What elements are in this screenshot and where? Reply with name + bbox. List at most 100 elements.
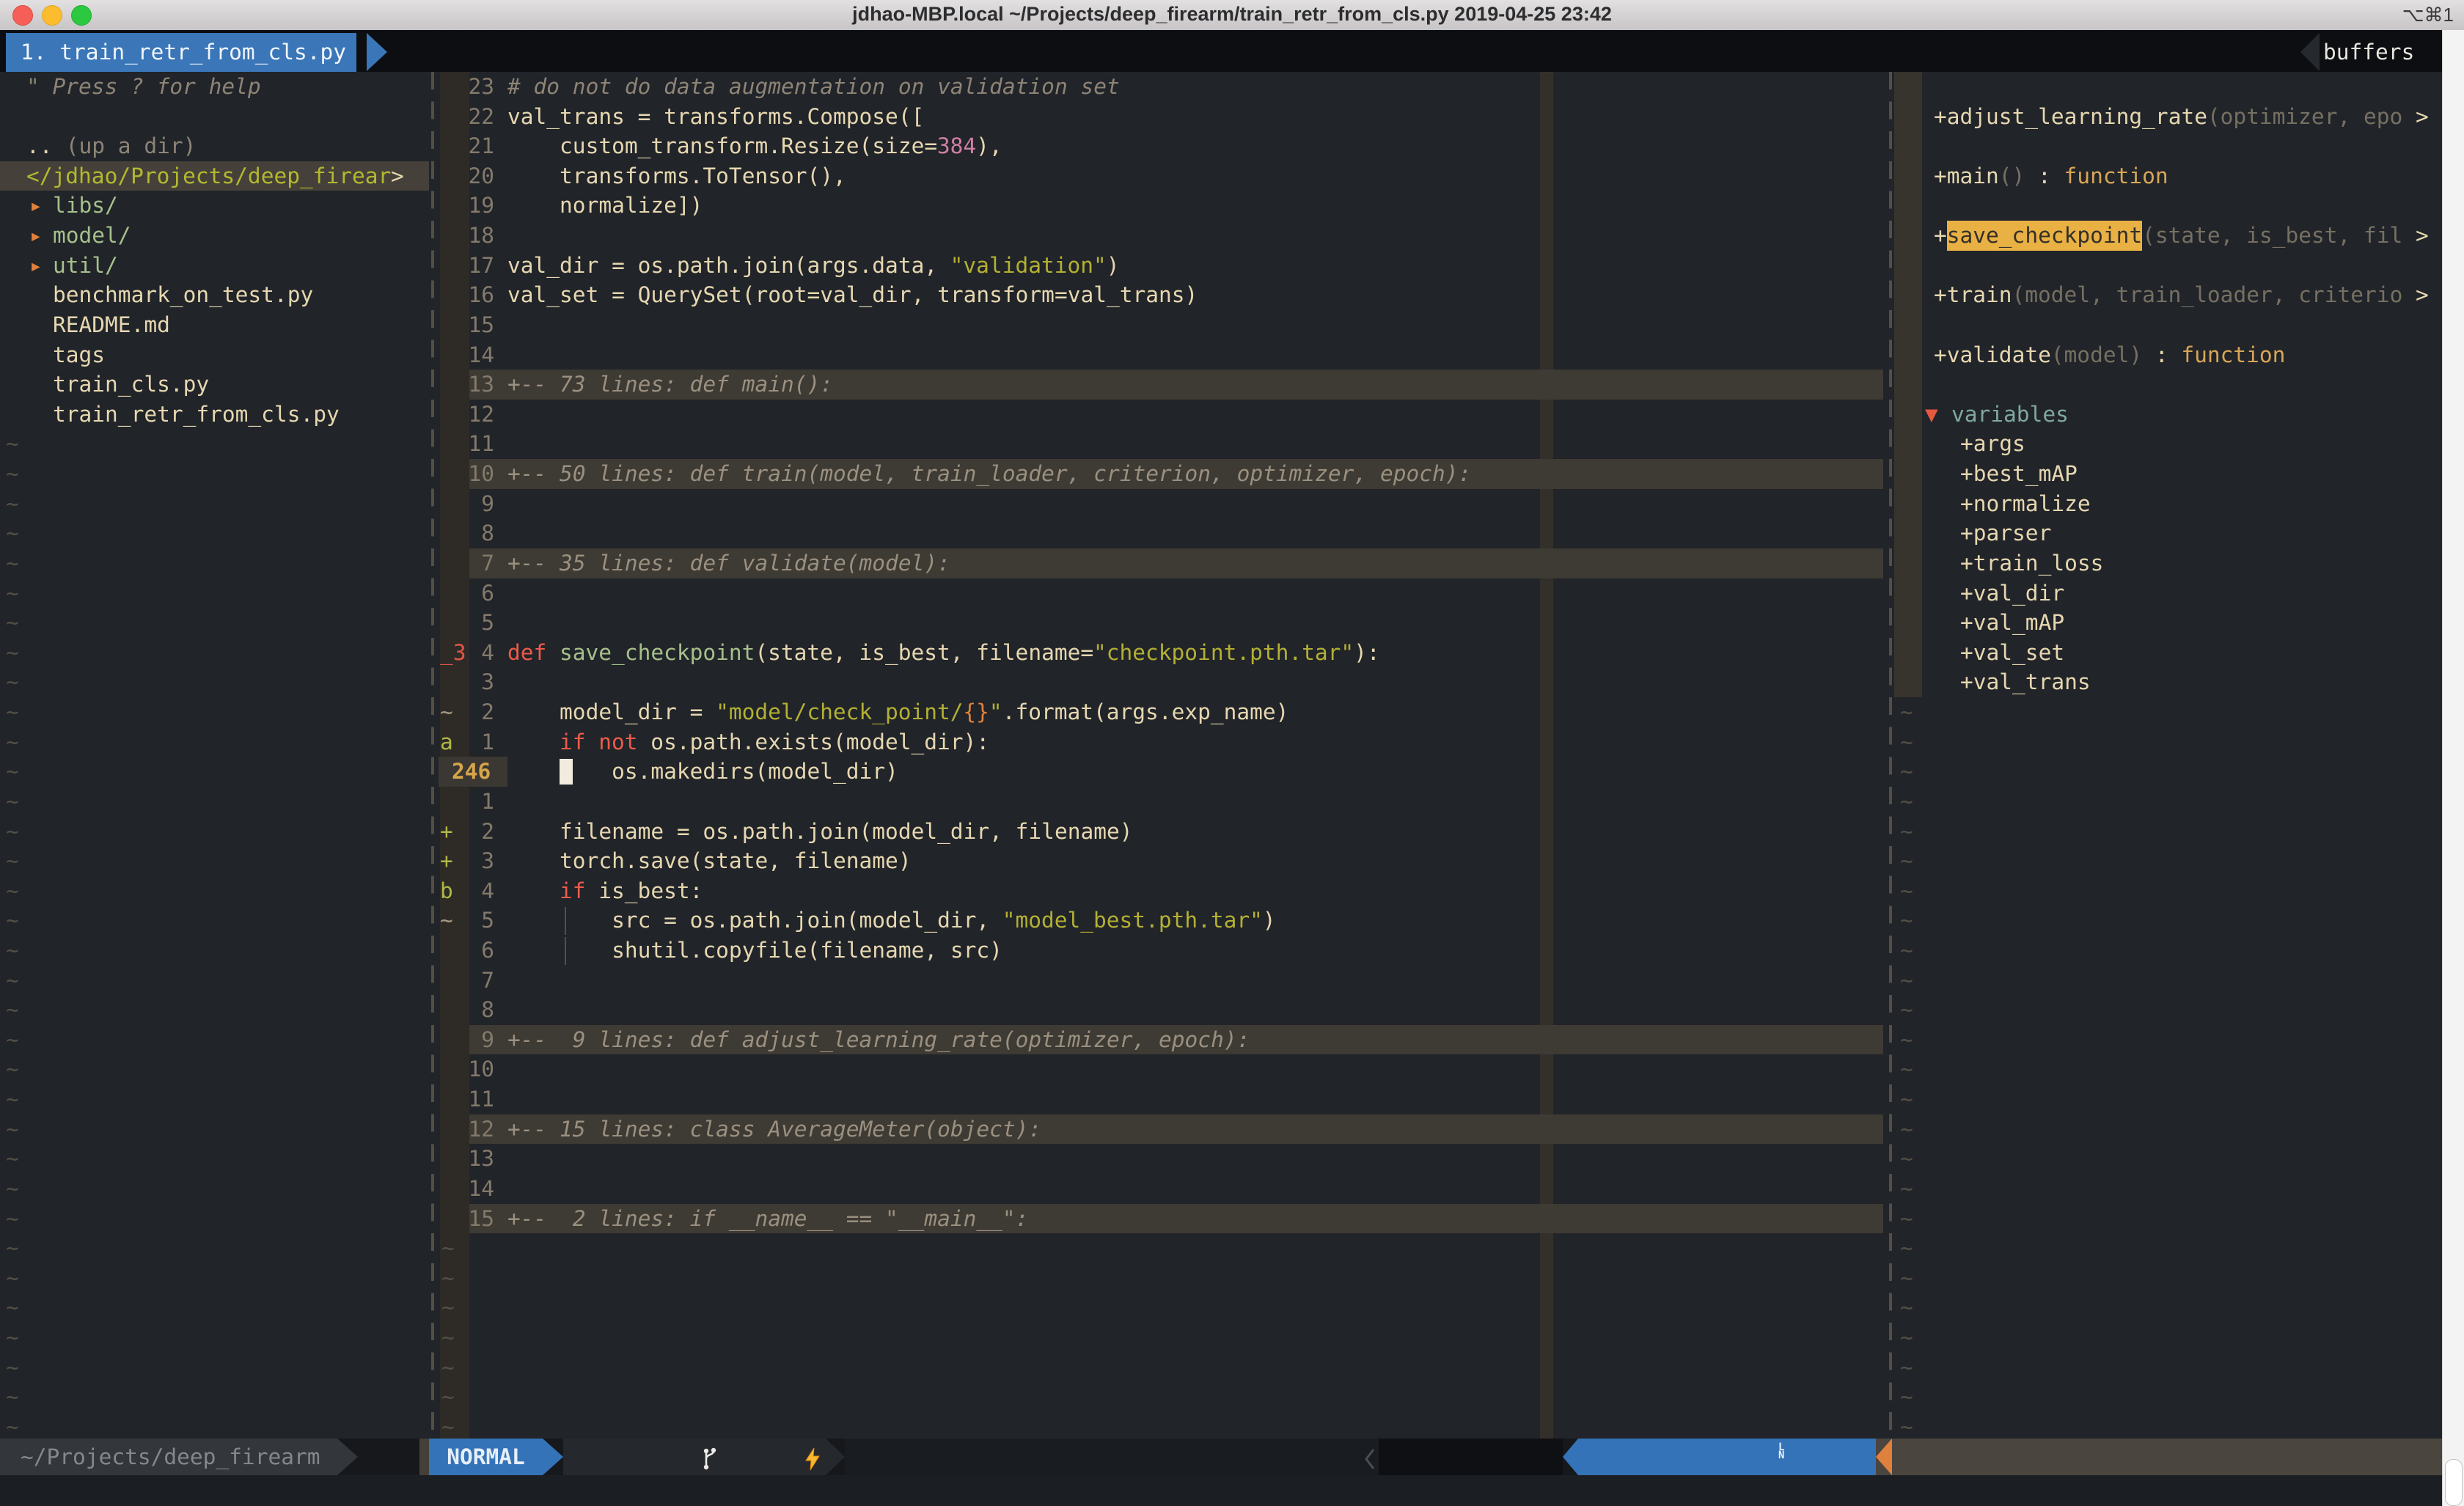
mode-arrow <box>543 1439 563 1475</box>
window-separator-left[interactable] <box>431 72 434 1439</box>
code-line[interactable]: 17val_dir = os.path.join(args.data, "val… <box>439 251 1886 281</box>
code-line[interactable]: 19 normalize]) <box>439 191 1886 221</box>
empty-line-tilde: ~ <box>1894 1025 2442 1055</box>
tree-item-dir[interactable]: ▸libs/ <box>0 191 429 221</box>
code-line[interactable]: 12 <box>439 400 1886 430</box>
empty-line-tilde: ~ <box>0 697 429 727</box>
tree-item-file[interactable]: README.md <box>0 310 429 340</box>
tag-item-variable[interactable]: +normalize <box>1894 489 2442 519</box>
code-line[interactable]: 5 <box>439 608 1886 638</box>
tag-item[interactable] <box>1894 72 2442 102</box>
empty-line-tilde: ~ <box>1894 1233 2442 1263</box>
code-line[interactable]: 8 <box>439 518 1886 548</box>
code-window[interactable]: 23# do not do data augmentation on valid… <box>439 72 1886 1439</box>
code-line[interactable]: 15 <box>439 310 1886 340</box>
folded-line[interactable]: 9+-- 9 lines: def adjust_learning_rate(o… <box>439 1025 1886 1055</box>
tag-item-variable[interactable]: +args <box>1894 429 2442 459</box>
tree-item-file[interactable]: benchmark_on_test.py <box>0 280 429 310</box>
code-line[interactable]: 246 os.makedirs(model_dir) <box>439 757 1886 787</box>
folded-line[interactable]: 13+-- 73 lines: def main(): <box>439 370 1886 400</box>
tagbar-statusline: [Name] train_retr_from_cls.py <box>1876 1439 2442 1475</box>
nerdtree-sidebar[interactable]: " Press ? for help .. (up a dir)</jdhao/P… <box>0 72 429 1439</box>
tag-item-variable[interactable]: +val_mAP <box>1894 608 2442 638</box>
code-line[interactable]: 9 <box>439 489 1886 519</box>
code-line[interactable]: 11 <box>439 429 1886 459</box>
empty-line-tilde: ~ <box>1894 936 2442 966</box>
code-line[interactable]: 5~ src = os.path.join(model_dir, "model_… <box>439 906 1886 936</box>
code-line[interactable]: 16val_set = QuerySet(root=val_dir, trans… <box>439 280 1886 310</box>
code-line[interactable]: 18 <box>439 221 1886 251</box>
empty-line-tilde: ~ <box>0 429 429 459</box>
folded-line[interactable]: 15+-- 2 lines: if __name__ == "__main__"… <box>439 1204 1886 1234</box>
empty-line-tilde: ~ <box>439 1233 1886 1263</box>
nerdtree-up-dir[interactable]: .. (up a dir) <box>0 131 429 161</box>
tag-item-variable[interactable]: +train_loss <box>1894 548 2442 578</box>
tag-item[interactable]: +save_checkpoint(state, is_best, fil> <box>1894 221 2442 251</box>
tree-item-file[interactable]: tags <box>0 340 429 370</box>
code-line[interactable]: 1a if not os.path.exists(model_dir): <box>439 727 1886 757</box>
code-line[interactable]: 4b if is_best: <box>439 876 1886 906</box>
tag-item[interactable] <box>1894 310 2442 340</box>
tag-item-variable[interactable]: +parser <box>1894 518 2442 548</box>
code-line[interactable]: 2+ filename = os.path.join(model_dir, fi… <box>439 817 1886 847</box>
tree-item-file[interactable]: train_cls.py <box>0 370 429 400</box>
code-line[interactable]: 7 <box>439 966 1886 996</box>
tree-item-file[interactable]: train_retr_from_cls.py <box>0 400 429 430</box>
folded-line[interactable]: 12+-- 15 lines: class AverageMeter(objec… <box>439 1114 1886 1145</box>
code-line[interactable]: 4_3def save_checkpoint(state, is_best, f… <box>439 638 1886 668</box>
code-line[interactable]: 10 <box>439 1054 1886 1084</box>
empty-line-tilde: ~ <box>1894 1114 2442 1145</box>
empty-line-tilde: ~ <box>1894 1263 2442 1293</box>
code-line[interactable]: 3+ torch.save(state, filename) <box>439 846 1886 876</box>
tagbar-sidebar[interactable]: +adjust_learning_rate(optimizer, epo> +ma… <box>1894 72 2442 1439</box>
tag-item[interactable]: +adjust_learning_rate(optimizer, epo> <box>1894 102 2442 132</box>
empty-line-tilde: ~ <box>1894 966 2442 996</box>
code-line[interactable]: 20 transforms.ToTensor(), <box>439 161 1886 191</box>
window-separator-right[interactable] <box>1889 72 1892 1439</box>
code-line[interactable]: 11 <box>439 1084 1886 1114</box>
code-line[interactable]: 13 <box>439 1144 1886 1174</box>
tree-item-dir[interactable]: ▸util/ <box>0 251 429 281</box>
tag-item[interactable] <box>1894 370 2442 400</box>
scrollbar-track[interactable] <box>2442 30 2464 1506</box>
tag-item[interactable] <box>1894 251 2442 281</box>
tree-item-dir[interactable]: ▸model/ <box>0 221 429 251</box>
tag-item[interactable]: +validate(model) : function <box>1894 340 2442 370</box>
code-line[interactable]: 14 <box>439 340 1886 370</box>
tag-item[interactable]: +main() : function <box>1894 161 2442 191</box>
statusline-divider <box>419 1439 429 1475</box>
tag-item-variable[interactable]: +val_trans <box>1894 667 2442 697</box>
tag-item-variable[interactable]: +val_dir <box>1894 578 2442 609</box>
tag-item-variable[interactable]: +best_mAP <box>1894 459 2442 489</box>
folded-line[interactable]: 10+-- 50 lines: def train(model, train_l… <box>439 459 1886 489</box>
code-line[interactable]: 6 shutil.copyfile(filename, src) <box>439 936 1886 966</box>
code-line[interactable]: 2~ model_dir = "model/check_point/{}".fo… <box>439 697 1886 727</box>
code-line[interactable]: 23# do not do data augmentation on valid… <box>439 72 1886 102</box>
statusline: ~/Projects/deep_firearm NORMAL +8 ~3 -3 … <box>0 1439 2442 1475</box>
tagbar-section-header[interactable]: ▼variables <box>1894 400 2442 430</box>
editor-area: " Press ? for help .. (up a dir)</jdhao/P… <box>0 72 2442 1439</box>
tag-item[interactable] <box>1894 131 2442 161</box>
code-line[interactable]: 3 <box>439 667 1886 697</box>
code-line[interactable]: 14 <box>439 1174 1886 1204</box>
vim-command-line[interactable] <box>0 1475 2442 1506</box>
code-line[interactable]: 22val_trans = transforms.Compose([ <box>439 102 1886 132</box>
empty-line-tilde: ~ <box>0 1084 429 1114</box>
nerdtree-statusline: ~/Projects/deep_firearm <box>0 1439 337 1475</box>
tag-item[interactable] <box>1894 191 2442 221</box>
folded-line[interactable]: 7+-- 35 lines: def validate(model): <box>439 548 1886 578</box>
nerdtree-root[interactable]: </jdhao/Projects/deep_firear> <box>0 161 429 191</box>
code-line[interactable]: 6 <box>439 578 1886 609</box>
buffer-tab[interactable]: 1. train_retr_from_cls.py <box>6 33 356 72</box>
code-line[interactable]: 1 <box>439 787 1886 817</box>
code-line[interactable]: 21 custom_transform.Resize(size=384), <box>439 131 1886 161</box>
tag-item-variable[interactable]: +val_set <box>1894 638 2442 668</box>
window-title: jdhao-MBP.local ~/Projects/deep_firearm/… <box>0 3 2464 26</box>
nerdtree-help-line: " Press ? for help <box>0 72 429 102</box>
empty-line-tilde: ~ <box>0 1412 429 1442</box>
scrollbar-thumb[interactable] <box>2445 1459 2463 1506</box>
code-line[interactable]: 8 <box>439 995 1886 1025</box>
empty-line-tilde: ~ <box>0 936 429 966</box>
tag-item[interactable]: +train(model, train_loader, criterio> <box>1894 280 2442 310</box>
empty-line-tilde: ~ <box>0 608 429 638</box>
